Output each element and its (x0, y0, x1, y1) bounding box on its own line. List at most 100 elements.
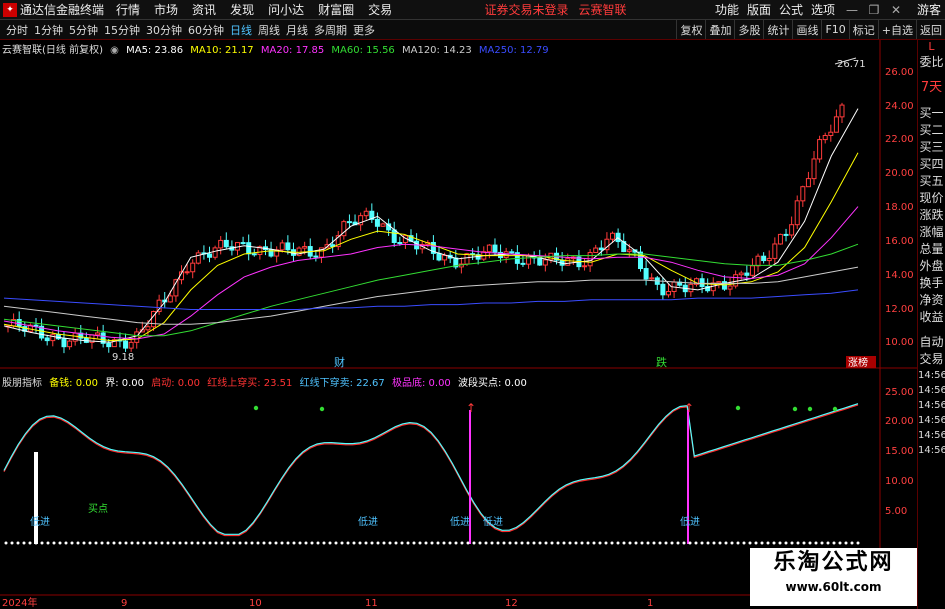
candle-body (755, 255, 761, 267)
period-monthly[interactable]: 月线 (286, 22, 308, 38)
candle-body (727, 285, 733, 290)
candle-body (537, 257, 543, 266)
date-tick: 2024年 (2, 596, 37, 609)
menu-hangqing[interactable]: 行情 (116, 1, 140, 18)
sub-tick: 5.00 (885, 506, 907, 517)
baseline-dot (688, 541, 692, 545)
candle-body (783, 233, 789, 236)
date-axis: 2024年 9 10 11 12 1 (2, 596, 653, 609)
candle-body (380, 223, 386, 227)
period-fenshi[interactable]: 分时 (6, 22, 28, 38)
guest-label[interactable]: 游客 (917, 1, 941, 18)
days-label[interactable]: 7天 (918, 71, 945, 105)
low-buy-label: 低进 (483, 515, 503, 528)
candle-body (246, 242, 252, 255)
ma-line-ma5 (3, 108, 859, 343)
candle-body (106, 342, 112, 348)
btn-duogu[interactable]: 多股 (734, 20, 763, 39)
baseline-dot (760, 541, 764, 545)
login-notice[interactable]: 证券交易未登录 (485, 1, 569, 18)
menu-gongshi[interactable]: 公式 (779, 1, 803, 18)
period-daily[interactable]: 日线 (230, 22, 252, 38)
menu-faxian[interactable]: 发现 (230, 1, 254, 18)
restore-icon[interactable]: ❐ (863, 3, 885, 17)
baseline-dot (502, 541, 506, 545)
menu-zixun[interactable]: 资讯 (192, 1, 216, 18)
settings-gear-icon[interactable]: ◉ (110, 45, 119, 56)
baseline-dot (64, 541, 68, 545)
kline-chart[interactable]: 26.00 24.00 22.00 20.00 18.00 16.00 14.0… (0, 40, 945, 609)
menu-shichang[interactable]: 市场 (154, 1, 178, 18)
baseline-dot (754, 541, 758, 545)
btn-biaoji[interactable]: 标记 (848, 20, 878, 39)
baseline-dot (568, 541, 572, 545)
candle-body (665, 291, 671, 296)
tick-time: 14:56 (918, 415, 945, 426)
candle-body (749, 265, 755, 276)
indicator-title: 股朋指标 (2, 378, 42, 389)
candle-body (67, 340, 73, 348)
btn-huaxian[interactable]: 画线 (792, 20, 821, 39)
baseline-dot (388, 541, 392, 545)
candle-body (777, 233, 783, 245)
price-tick: 12.00 (885, 304, 914, 315)
baseline-dot (382, 541, 386, 545)
btn-f10[interactable]: F10 (821, 20, 848, 39)
date-tick: 10 (249, 598, 262, 609)
event-marker-die[interactable]: 跌 (656, 355, 667, 369)
event-marker-zhangting[interactable]: 涨榜 (848, 356, 868, 369)
menu-xuanxiang[interactable]: 选项 (811, 1, 835, 18)
baseline-dot (712, 541, 716, 545)
candle-body (240, 242, 246, 245)
baseline-dot (322, 541, 326, 545)
trade-label[interactable]: 交易 (918, 351, 945, 368)
menu-banmian[interactable]: 版面 (747, 1, 771, 18)
menu-caifuquan[interactable]: 财富圈 (318, 1, 354, 18)
candle-body (766, 257, 772, 262)
menu-wenxiaoda[interactable]: 问小达 (268, 1, 304, 18)
btn-fanhui[interactable]: 返回 (916, 20, 945, 39)
candle-body (839, 104, 845, 118)
jie-bar (34, 452, 38, 544)
baseline-dot (646, 541, 650, 545)
ma10-label: MA10: 21.17 (190, 45, 254, 56)
baseline-dot (76, 541, 80, 545)
watermark-url: www.60lt.com (785, 580, 882, 594)
candle-body (828, 131, 834, 136)
weibi-label: 委比 (919, 55, 944, 69)
baseline-dot (550, 541, 554, 545)
menu-gongneng[interactable]: 功能 (715, 1, 739, 18)
candle-body (251, 253, 257, 256)
stat-zhangdie: 涨跌 (919, 208, 944, 222)
period-15min[interactable]: 15分钟 (104, 22, 140, 38)
period-30min[interactable]: 30分钟 (146, 22, 182, 38)
candle-body (44, 337, 50, 342)
period-weekly[interactable]: 周线 (258, 22, 280, 38)
baseline-dot (484, 541, 488, 545)
stat-huanshou: 换手 (919, 276, 944, 290)
auto-trade-label[interactable]: 自动 (918, 334, 945, 351)
btn-tongji[interactable]: 统计 (763, 20, 792, 39)
baseline-dot (850, 541, 854, 545)
btn-diejia[interactable]: 叠加 (705, 20, 734, 39)
baseline-dot (406, 541, 410, 545)
ma-line-ma120 (3, 266, 859, 325)
period-1min[interactable]: 1分钟 (34, 22, 63, 38)
candle-body (772, 243, 778, 259)
btn-fuquan[interactable]: 复权 (676, 20, 705, 39)
period-60min[interactable]: 60分钟 (188, 22, 224, 38)
stat-zhangfu: 涨幅 (919, 225, 944, 239)
minimize-icon[interactable]: — (841, 3, 863, 17)
period-5min[interactable]: 5分钟 (69, 22, 98, 38)
period-multi[interactable]: 多周期 (314, 22, 347, 38)
period-more[interactable]: 更多 (353, 22, 375, 38)
menu-jiaoyi[interactable]: 交易 (368, 1, 392, 18)
baseline-dot (718, 541, 722, 545)
low-buy-label: 低进 (358, 515, 378, 528)
baseline-dot (112, 541, 116, 545)
btn-zixuan[interactable]: +自选 (877, 20, 916, 39)
close-icon[interactable]: ✕ (885, 3, 907, 17)
baseline-dot (622, 541, 626, 545)
panel-l-icon[interactable]: L (918, 40, 945, 54)
event-marker-cai[interactable]: 财 (334, 355, 345, 369)
